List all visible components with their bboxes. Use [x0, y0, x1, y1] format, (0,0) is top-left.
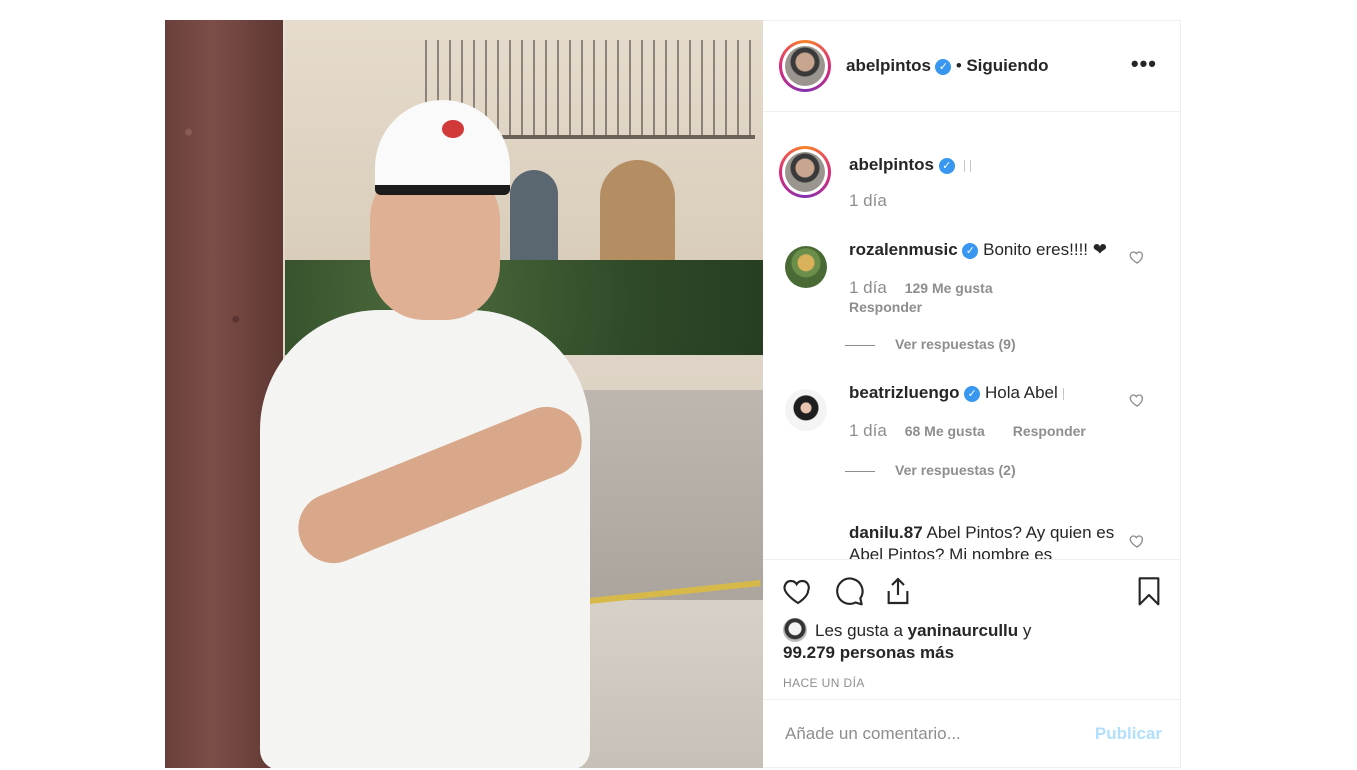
- post-photo[interactable]: [165, 20, 763, 768]
- comment-meta: 1 día 68 Me gusta Responder: [849, 421, 1110, 441]
- cherry-logo-icon: [442, 120, 464, 138]
- caption-time[interactable]: 1 día: [849, 191, 887, 210]
- caption-meta: 1 día: [849, 191, 901, 211]
- comment-composer: Publicar: [763, 699, 1181, 770]
- following-button[interactable]: Siguiendo: [966, 56, 1048, 75]
- caption-truncation-mark: [964, 159, 966, 172]
- comment-username[interactable]: rozalenmusic: [849, 240, 958, 259]
- comment-truncation-mark: [1062, 387, 1064, 400]
- liker-avatar[interactable]: [783, 618, 807, 642]
- comment-like-heart-icon[interactable]: [1129, 249, 1145, 265]
- comment-username[interactable]: danilu.87: [849, 523, 923, 542]
- divider-line: [845, 470, 875, 472]
- divider-line: [845, 344, 875, 346]
- view-replies-label: Ver respuestas (9): [895, 336, 1016, 352]
- photo-door: [600, 160, 675, 275]
- reply-button[interactable]: Responder: [1013, 423, 1086, 439]
- likes-connector: y: [1022, 621, 1032, 640]
- comment-avatar[interactable]: [785, 389, 827, 431]
- comments-list[interactable]: abelpintos ✓ 1 día rozalenmusic ✓ Bonito…: [763, 112, 1181, 559]
- comment-text: rozalenmusic ✓ Bonito eres!!!! ❤: [849, 239, 1119, 261]
- more-options-icon[interactable]: •••: [1131, 51, 1157, 77]
- verified-badge-icon: ✓: [938, 158, 955, 174]
- reply-button[interactable]: Responder: [849, 299, 922, 315]
- liker-username[interactable]: yaninaurcullu: [908, 621, 1019, 640]
- author-username[interactable]: abelpintos: [846, 56, 931, 75]
- heart-icon[interactable]: [782, 575, 814, 607]
- comment-text: beatrizluengo ✓ Hola Abel: [849, 382, 1119, 404]
- post-header: abelpintos ✓ • Siguiendo •••: [763, 21, 1181, 112]
- comment-icon[interactable]: [833, 575, 865, 607]
- author-line: abelpintos ✓ • Siguiendo: [846, 56, 1049, 76]
- caption-username[interactable]: abelpintos: [849, 155, 934, 174]
- caption-truncation-mark: [970, 159, 972, 172]
- likes-summary: Les gusta a yaninaurcullu y 99.279 perso…: [783, 618, 1031, 664]
- verified-badge-icon: ✓: [964, 386, 981, 402]
- publish-button[interactable]: Publicar: [1095, 724, 1162, 744]
- comment-avatar[interactable]: [785, 246, 827, 288]
- view-replies-label: Ver respuestas (2): [895, 462, 1016, 478]
- likes-prefix: Les gusta a: [815, 621, 903, 640]
- caption-avatar[interactable]: [779, 146, 831, 198]
- comment-input[interactable]: [783, 718, 1087, 750]
- share-icon[interactable]: [882, 575, 914, 607]
- comment-meta: 1 día 129 Me gusta: [849, 278, 1017, 298]
- comment-likes[interactable]: 68 Me gusta: [905, 423, 985, 439]
- verified-badge-icon: ✓: [962, 243, 979, 259]
- comment-likes[interactable]: 129 Me gusta: [905, 280, 993, 296]
- author-avatar[interactable]: [779, 40, 831, 92]
- separator-dot: •: [955, 56, 962, 75]
- bookmark-icon[interactable]: [1133, 575, 1165, 607]
- comment-time[interactable]: 1 día: [849, 278, 887, 297]
- post-actions: Les gusta a yaninaurcullu y 99.279 perso…: [763, 559, 1181, 700]
- comment-like-heart-icon[interactable]: [1129, 533, 1145, 549]
- post-panel: abelpintos ✓ • Siguiendo ••• abelpintos …: [763, 20, 1181, 768]
- comment-time[interactable]: 1 día: [849, 421, 887, 440]
- post-timestamp[interactable]: HACE UN DÍA: [783, 676, 865, 690]
- view-replies-button[interactable]: Ver respuestas (9): [845, 336, 1016, 352]
- view-replies-button[interactable]: Ver respuestas (2): [845, 462, 1016, 478]
- comment-username[interactable]: beatrizluengo: [849, 383, 960, 402]
- comment-body: Bonito eres!!!! ❤: [983, 240, 1107, 259]
- verified-badge-icon: ✓: [935, 59, 952, 75]
- caption-text: abelpintos ✓: [849, 154, 1119, 176]
- comment-like-heart-icon[interactable]: [1129, 392, 1145, 408]
- comment-text: danilu.87 Abel Pintos? Ay quien es Abel …: [849, 522, 1119, 559]
- likes-count-link[interactable]: 99.279 personas más: [783, 643, 954, 662]
- comment-body: Hola Abel: [984, 383, 1058, 402]
